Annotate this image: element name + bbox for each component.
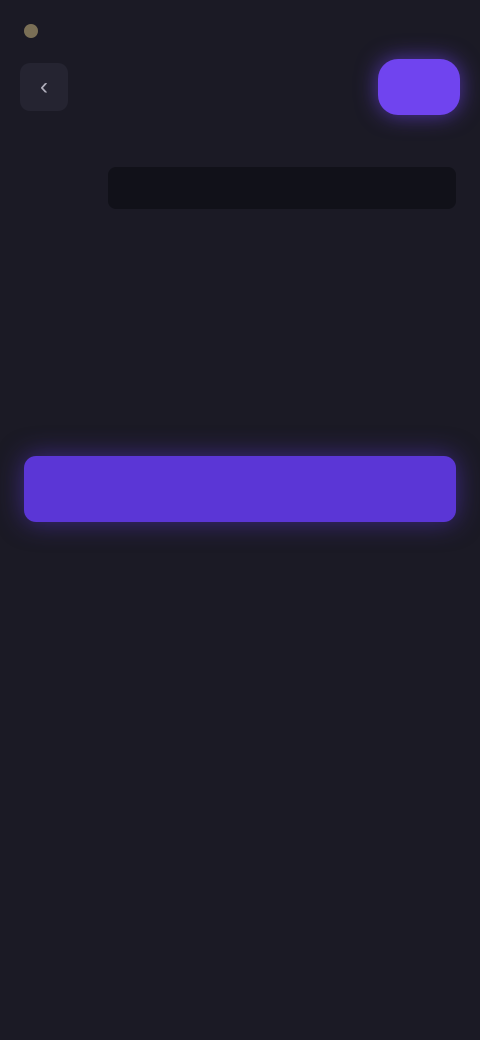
- primary-button[interactable]: [24, 456, 456, 522]
- back-button[interactable]: ‹: [20, 63, 68, 111]
- header: ‹: [20, 54, 460, 120]
- text-input[interactable]: [108, 167, 456, 209]
- input-row: [24, 166, 456, 210]
- main-content: [24, 142, 456, 228]
- back-icon: ‹: [40, 73, 48, 100]
- status-bar: [24, 14, 456, 48]
- app-status-icon: [24, 24, 38, 38]
- app-screen: ‹: [0, 0, 480, 1040]
- top-action-button[interactable]: [378, 59, 460, 115]
- status-left: [24, 24, 46, 38]
